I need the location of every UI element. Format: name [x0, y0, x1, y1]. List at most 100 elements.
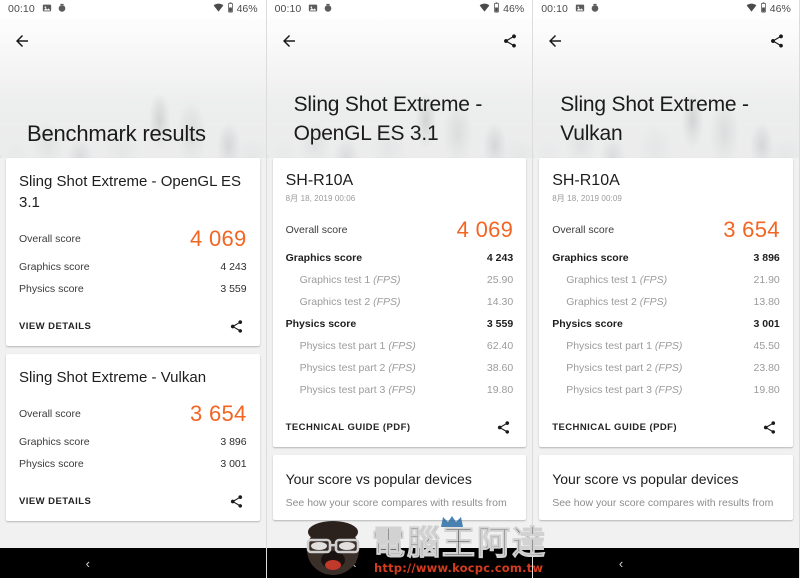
row-value: 4 069: [456, 217, 514, 242]
card-actions: VIEW DETAILS: [19, 306, 247, 346]
row-label: Physics test part 3 (FPS): [299, 384, 416, 396]
row-label: Graphics score: [19, 436, 90, 448]
result-timestamp: 8月 18, 2019 00:09: [552, 194, 622, 203]
row-value: 62.40: [486, 340, 514, 352]
table-row: Physics score 3 559: [286, 313, 514, 335]
compare-card[interactable]: Your score vs popular devices See how yo…: [272, 455, 527, 520]
technical-guide-button[interactable]: TECHNICAL GUIDE (PDF): [552, 422, 677, 433]
row-label: Physics test part 3 (FPS): [566, 384, 683, 396]
back-button[interactable]: [11, 30, 33, 52]
battery-percent: 46%: [236, 3, 258, 15]
table-row: Physics test part 1 (FPS) 45.50: [552, 335, 780, 357]
row-label: Physics score: [285, 318, 357, 330]
table-row: Physics score 3 001: [19, 453, 247, 475]
row-value: 19.80: [486, 384, 514, 396]
nav-back-button[interactable]: ‹: [352, 556, 356, 571]
status-bar: 00:10 46%: [0, 0, 266, 18]
table-row: Physics score 3 001: [552, 313, 780, 335]
row-label: Physics test part 2 (FPS): [566, 362, 683, 374]
share-icon[interactable]: [227, 491, 247, 511]
table-row: Graphics score 4 243: [286, 247, 514, 269]
phone-screen-benchmark-results: 00:10 46% Benchmark results Sling Shot E…: [0, 0, 267, 578]
record-icon: [57, 3, 67, 16]
share-icon[interactable]: [766, 30, 788, 52]
scroll-body[interactable]: Sling Shot Extreme - OpenGL ES 3.1 Overa…: [0, 158, 266, 578]
phone-screen-opengl-detail: 00:10 46% Sling Shot Extreme - OpenGL ES…: [266, 0, 534, 578]
card-actions: VIEW DETAILS: [19, 481, 247, 521]
row-label: Graphics score: [285, 252, 363, 264]
image-icon: [575, 3, 585, 16]
table-row: Physics test part 3 (FPS) 19.80: [286, 379, 514, 401]
row-value: 3 001: [753, 318, 780, 330]
view-details-button[interactable]: VIEW DETAILS: [19, 321, 91, 332]
table-row: Overall score 3 654: [19, 400, 247, 431]
result-card-opengl[interactable]: Sling Shot Extreme - OpenGL ES 3.1 Overa…: [6, 158, 260, 346]
row-value: 3 896: [220, 436, 247, 448]
status-bar-clock: 00:10: [541, 3, 568, 15]
share-icon[interactable]: [499, 30, 521, 52]
share-icon[interactable]: [227, 316, 247, 336]
view-details-button[interactable]: VIEW DETAILS: [19, 496, 91, 507]
row-label: Overall score: [19, 408, 81, 420]
technical-guide-button[interactable]: TECHNICAL GUIDE (PDF): [286, 422, 411, 433]
row-value: 4 243: [220, 261, 247, 273]
nav-back-button[interactable]: ‹: [86, 556, 90, 571]
result-timestamp: 8月 18, 2019 00:06: [285, 194, 356, 203]
row-label: Overall score: [552, 224, 615, 236]
result-card-vulkan[interactable]: Sling Shot Extreme - Vulkan Overall scor…: [6, 354, 260, 521]
row-value: 3 654: [190, 401, 247, 426]
row-value: 3 654: [723, 217, 780, 242]
table-row: Graphics score 3 896: [19, 431, 247, 453]
card-title: Sling Shot Extreme - Vulkan: [19, 369, 207, 386]
back-button[interactable]: [278, 30, 300, 52]
back-button[interactable]: [544, 30, 566, 52]
screenshot-strip: 00:10 46% Benchmark results Sling Shot E…: [0, 0, 800, 578]
detail-card-vulkan[interactable]: SH-R10A 8月 18, 2019 00:09 Overall score …: [539, 158, 793, 447]
table-row: Graphics test 1 (FPS) 21.90: [552, 269, 780, 291]
hero-toolbar: [0, 26, 266, 56]
compare-card[interactable]: Your score vs popular devices See how yo…: [539, 455, 793, 520]
wifi-icon: [746, 2, 757, 16]
battery-icon: [493, 2, 500, 16]
row-value: 45.50: [753, 340, 780, 352]
row-value: 4 243: [486, 252, 514, 264]
scroll-body[interactable]: SH-R10A 8月 18, 2019 00:09 Overall score …: [533, 158, 799, 578]
row-label: Physics score: [19, 458, 84, 470]
row-label: Overall score: [285, 224, 348, 236]
score-rows: Overall score 3 654 Graphics score 3 896…: [19, 400, 247, 475]
compare-subtitle: See how your score compares with results…: [285, 497, 507, 509]
row-label: Overall score: [19, 233, 81, 245]
device-name: SH-R10A: [285, 172, 354, 189]
card-actions: TECHNICAL GUIDE (PDF): [286, 407, 514, 447]
scroll-body[interactable]: SH-R10A 8月 18, 2019 00:06 Overall score …: [266, 158, 533, 578]
row-value: 3 001: [220, 458, 247, 470]
table-row: Graphics score 4 243: [19, 256, 247, 278]
row-label: Graphics score: [19, 261, 90, 273]
detail-card-opengl[interactable]: SH-R10A 8月 18, 2019 00:06 Overall score …: [272, 158, 527, 447]
device-name: SH-R10A: [552, 172, 620, 189]
share-icon[interactable]: [493, 417, 513, 437]
battery-icon: [760, 2, 767, 16]
system-nav-bar: ‹: [533, 548, 799, 578]
nav-back-button[interactable]: ‹: [619, 556, 623, 571]
status-bar-clock: 00:10: [274, 3, 302, 15]
row-label: Graphics test 1 (FPS): [566, 274, 668, 286]
wifi-icon: [213, 2, 224, 16]
table-row: Overall score 3 654: [552, 216, 780, 247]
status-bar: 00:10 46%: [533, 0, 799, 18]
row-label: Graphics test 2 (FPS): [299, 296, 401, 308]
card-actions: TECHNICAL GUIDE (PDF): [552, 407, 780, 447]
page-title: Benchmark results: [27, 121, 206, 146]
row-value: 3 896: [753, 252, 780, 264]
image-icon: [308, 3, 318, 16]
row-value: 38.60: [486, 362, 514, 374]
share-icon[interactable]: [760, 417, 780, 437]
table-row: Graphics test 2 (FPS) 14.30: [286, 291, 514, 313]
hero-toolbar: [267, 26, 533, 56]
row-label: Graphics test 1 (FPS): [299, 274, 401, 286]
row-value: 4 069: [190, 226, 247, 251]
page-title: Sling Shot Extreme - Vulkan: [560, 93, 749, 145]
card-title: Sling Shot Extreme - OpenGL ES 3.1: [19, 173, 242, 211]
table-row: Physics score 3 559: [19, 278, 247, 300]
table-row: Physics test part 3 (FPS) 19.80: [552, 379, 780, 401]
